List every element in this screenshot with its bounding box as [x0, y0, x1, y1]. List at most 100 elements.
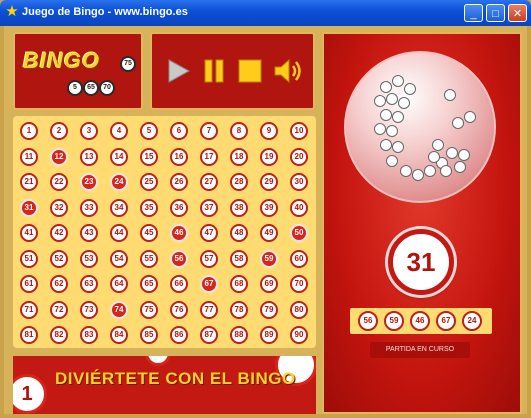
board-number: 3: [80, 122, 98, 140]
star-icon: ★: [5, 3, 19, 20]
board-number: 47: [200, 224, 218, 242]
globe-ball: [392, 141, 404, 153]
logo-ball: 5: [67, 80, 83, 96]
board-number: 19: [260, 147, 278, 166]
title-bar[interactable]: ★ Juego de Bingo - www.bingo.es _ □ ✕: [0, 0, 531, 26]
close-button[interactable]: ✕: [508, 4, 527, 22]
board-number: 81: [20, 326, 38, 344]
board-number: 48: [230, 224, 248, 242]
globe-ball: [392, 75, 404, 87]
globe-ball: [404, 83, 416, 95]
globe-ball: [398, 97, 410, 109]
controls-panel: [150, 32, 315, 110]
globe-ball: [380, 109, 392, 121]
board-number: 55: [140, 249, 158, 268]
minimize-button[interactable]: _: [464, 4, 483, 22]
globe-ball: [444, 89, 456, 101]
board-number: 68: [230, 275, 248, 293]
pause-icon[interactable]: [200, 57, 228, 85]
board-number: 22: [50, 173, 68, 191]
stop-icon[interactable]: [236, 57, 264, 85]
board-number: 53: [80, 249, 98, 268]
board-number: 32: [50, 198, 68, 217]
board-number: 83: [80, 326, 98, 344]
board-number: 60: [290, 249, 308, 268]
board-number: 37: [200, 198, 218, 217]
board-number: 40: [290, 198, 308, 217]
recent-ball: 56: [358, 311, 378, 331]
board-number: 38: [230, 198, 248, 217]
bingo-logo: BINGO: [23, 48, 101, 73]
board-number: 62: [50, 275, 68, 293]
board-number: 39: [260, 198, 278, 217]
current-number: 31: [406, 247, 436, 277]
recent-ball: 59: [384, 311, 404, 331]
board-number: 12: [50, 147, 68, 166]
board-number: 8: [230, 122, 248, 140]
board-number: 65: [140, 275, 158, 293]
board-number: 70: [290, 275, 308, 293]
board-number: 27: [200, 173, 218, 191]
game-status: PARTIDA EN CURSO: [370, 342, 470, 358]
board-number: 5: [140, 122, 158, 140]
window-title: Juego de Bingo - www.bingo.es: [22, 6, 188, 18]
globe-ball: [386, 93, 398, 105]
board-number: 46: [170, 224, 188, 242]
globe-ball: [412, 169, 424, 181]
play-icon[interactable]: [164, 57, 192, 85]
globe-ball: [386, 155, 398, 167]
board-number: 88: [230, 326, 248, 344]
globe-ball: [432, 139, 444, 151]
current-ball: 31: [388, 229, 454, 295]
board-number: 64: [110, 275, 128, 293]
board-number: 75: [140, 300, 158, 319]
board-number: 9: [260, 122, 278, 140]
globe-ball: [428, 151, 440, 163]
board-number: 50: [290, 224, 308, 242]
board-number: 23: [80, 173, 98, 191]
board-number: 80: [290, 300, 308, 319]
draw-panel: 31 56 59 46 67 24 PARTIDA EN CURSO: [322, 32, 522, 414]
board-number: 51: [20, 249, 38, 268]
board-number: 7: [200, 122, 218, 140]
board-number: 30: [290, 173, 308, 191]
board-number: 42: [50, 224, 68, 242]
board-number: 87: [200, 326, 218, 344]
board-number: 1: [20, 122, 38, 140]
recent-ball: 24: [462, 311, 482, 331]
board-number: 49: [260, 224, 278, 242]
board-number: 43: [80, 224, 98, 242]
game-area: BINGO 75 5 70 65 123456789 10 11 12 13 1…: [4, 26, 527, 414]
globe-ball: [380, 81, 392, 93]
board-number: 78: [230, 300, 248, 319]
board-number: 16: [170, 147, 188, 166]
maximize-button[interactable]: □: [486, 4, 505, 22]
board-number: 35: [140, 198, 158, 217]
number-board: 1 2 3 4 5 6 7 8 9 10 11 12 13 14 15 16 17 18 19 20 21 22 23 24 2…: [13, 116, 316, 348]
globe-ball: [458, 149, 470, 161]
board-number: 61: [20, 275, 38, 293]
globe-ball: [400, 165, 412, 177]
deco-ball: 1: [13, 374, 47, 414]
board-number: 74: [110, 300, 128, 319]
logo-ball: 65: [83, 80, 99, 96]
board-number: 36: [170, 198, 188, 217]
board-number: 25: [140, 173, 158, 191]
globe-ball: [454, 161, 466, 173]
recent-ball: 67: [436, 311, 456, 331]
board-number: 69: [260, 275, 278, 293]
board-number: 28: [230, 173, 248, 191]
speaker-icon[interactable]: [272, 57, 306, 85]
board-number: 58: [230, 249, 248, 268]
banner-text: DIVIÉRTETE CON EL BINGO: [55, 369, 296, 388]
recent-ball: 46: [410, 311, 430, 331]
board-number: 85: [140, 326, 158, 344]
globe-ball: [374, 123, 386, 135]
board-number: 82: [50, 326, 68, 344]
board-number: 56: [170, 249, 188, 268]
board-number: 10: [290, 122, 308, 140]
board-number: 84: [110, 326, 128, 344]
board-number: 17: [200, 147, 218, 166]
board-number: 57: [200, 249, 218, 268]
board-number: 21: [20, 173, 38, 191]
